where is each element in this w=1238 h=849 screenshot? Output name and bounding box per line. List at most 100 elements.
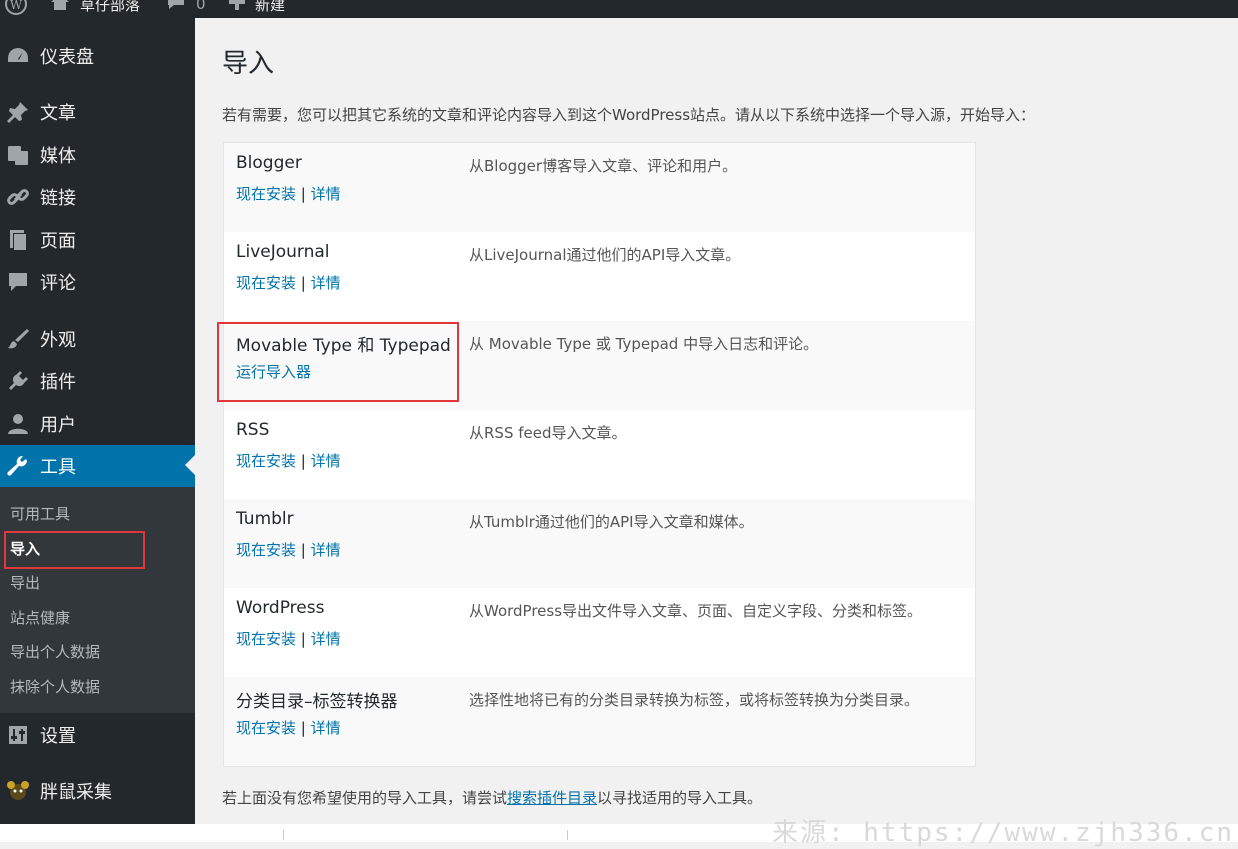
separator: |	[300, 274, 306, 292]
menu-dashboard[interactable]: 仪表盘	[0, 36, 195, 76]
rat-icon	[6, 779, 30, 803]
install-now-link[interactable]: 现在安装	[236, 452, 296, 470]
importer-description: 从RSS feed导入文章。	[469, 424, 627, 442]
separator: |	[300, 452, 306, 470]
media-icon	[6, 143, 30, 167]
install-now-link[interactable]: 现在安装	[236, 185, 296, 203]
home-icon	[50, 0, 70, 16]
importer-actions: 现在安装 | 详情	[236, 183, 341, 204]
comment-icon	[6, 270, 30, 294]
dashboard-icon	[6, 44, 30, 68]
importer-row-tumblr: Tumblr 现在安装 | 详情 从Tumblr通过他们的API导入文章和媒体。	[224, 499, 975, 588]
menu-posts[interactable]: 文章	[0, 92, 195, 132]
new-content-link[interactable]: 新建	[228, 0, 285, 17]
importer-name: LiveJournal	[236, 242, 330, 262]
importer-row-category-tag-converter: 分类目录–标签转换器 现在安装 | 详情 选择性地将已有的分类目录转换为标签，或…	[224, 677, 975, 766]
details-link[interactable]: 详情	[311, 274, 341, 292]
wordpress-logo-icon[interactable]: W	[4, 0, 28, 17]
importer-name: RSS	[236, 420, 270, 440]
separator: |	[300, 630, 306, 648]
submenu-erase-personal-data[interactable]: 抹除个人数据	[10, 675, 100, 699]
pushpin-icon	[6, 100, 30, 124]
site-name: 草仔部落	[80, 0, 141, 14]
search-plugin-directory-link[interactable]: 搜索插件目录	[507, 789, 597, 807]
comments-count: 0	[196, 0, 206, 13]
install-now-link[interactable]: 现在安装	[236, 541, 296, 559]
install-now-link[interactable]: 现在安装	[236, 274, 296, 292]
menu-links-label: 链接	[40, 188, 76, 209]
menu-users[interactable]: 用户	[0, 404, 195, 444]
importer-actions: 现在安装 | 详情	[236, 628, 341, 649]
submenu-available-tools[interactable]: 可用工具	[10, 502, 70, 526]
site-home-link[interactable]: 草仔部落	[50, 0, 140, 17]
menu-comments[interactable]: 评论	[0, 262, 195, 302]
menu-tools-label: 工具	[40, 457, 76, 478]
menu-plugins-label: 插件	[40, 372, 76, 393]
comments-link[interactable]: 0	[166, 0, 206, 17]
separator: |	[300, 185, 306, 203]
submenu-export-personal-data[interactable]: 导出个人数据	[10, 640, 100, 664]
importer-row-wordpress: WordPress 现在安装 | 详情 从WordPress导出文件导入文章、页…	[224, 588, 975, 677]
user-icon	[6, 412, 30, 436]
menu-users-label: 用户	[40, 415, 76, 436]
plus-icon	[228, 0, 246, 15]
menu-appearance-label: 外观	[40, 330, 76, 351]
watermark-text: 来源: https://www.zjh336.cn	[771, 818, 1234, 848]
install-now-link[interactable]: 现在安装	[236, 719, 296, 737]
submenu-site-health[interactable]: 站点健康	[10, 606, 70, 630]
intro-text: 若有需要，您可以把其它系统的文章和评论内容导入到这个WordPress站点。请从…	[222, 106, 1036, 124]
importer-name: WordPress	[236, 598, 325, 618]
importer-actions: 现在安装 | 详情	[236, 272, 341, 293]
menu-media[interactable]: 媒体	[0, 135, 195, 175]
footer-note: 若上面没有您希望使用的导入工具，请尝试搜索插件目录以寻找适用的导入工具。	[222, 787, 762, 808]
wrench-icon	[6, 454, 30, 478]
menu-fat-rat-collect[interactable]: 胖鼠采集	[0, 771, 195, 811]
importer-name: Blogger	[236, 153, 302, 173]
importer-description: 从LiveJournal通过他们的API导入文章。	[469, 246, 741, 264]
menu-dashboard-label: 仪表盘	[40, 47, 94, 68]
menu-media-label: 媒体	[40, 146, 76, 167]
highlight-box-movable-type	[217, 322, 459, 402]
page-title: 导入	[222, 49, 275, 79]
importer-description: 从 Movable Type 或 Typepad 中导入日志和评论。	[469, 335, 819, 353]
footer-text-after: 以寻找适用的导入工具。	[597, 789, 763, 807]
importer-actions: 现在安装 | 详情	[236, 539, 341, 560]
menu-links[interactable]: 链接	[0, 177, 195, 217]
importer-description: 从WordPress导出文件导入文章、页面、自定义字段、分类和标签。	[469, 602, 923, 620]
menu-comments-label: 评论	[40, 273, 76, 294]
submenu-export[interactable]: 导出	[10, 571, 40, 595]
importer-name: 分类目录–标签转换器	[236, 692, 398, 712]
menu-settings-label: 设置	[40, 726, 76, 747]
plugin-icon	[6, 369, 30, 393]
importer-actions: 现在安装 | 详情	[236, 450, 341, 471]
importer-name: Tumblr	[236, 509, 294, 529]
details-link[interactable]: 详情	[311, 630, 341, 648]
importer-row-livejournal: LiveJournal 现在安装 | 详情 从LiveJournal通过他们的A…	[224, 232, 975, 321]
install-now-link[interactable]: 现在安装	[236, 630, 296, 648]
paintbrush-icon	[6, 327, 30, 351]
settings-icon	[6, 723, 30, 747]
menu-settings[interactable]: 设置	[0, 715, 195, 755]
menu-plugins[interactable]: 插件	[0, 361, 195, 401]
details-link[interactable]: 详情	[311, 452, 341, 470]
menu-appearance[interactable]: 外观	[0, 319, 195, 359]
details-link[interactable]: 详情	[311, 719, 341, 737]
current-menu-arrow	[185, 455, 195, 475]
menu-fat-rat-collect-label: 胖鼠采集	[40, 782, 112, 803]
comment-bubble-icon	[166, 0, 186, 16]
highlight-box-import-menu	[4, 531, 145, 569]
menu-posts-label: 文章	[40, 103, 76, 124]
svg-text:W: W	[10, 0, 23, 12]
admin-bar: W 草仔部落 0 新建	[0, 0, 1238, 18]
importer-description: 选择性地将已有的分类目录转换为标签，或将标签转换为分类目录。	[469, 691, 920, 709]
new-label: 新建	[255, 0, 286, 14]
importer-actions: 现在安装 | 详情	[236, 717, 341, 738]
importer-description: 从Blogger博客导入文章、评论和用户。	[469, 157, 738, 175]
menu-tools[interactable]: 工具	[0, 445, 195, 487]
importer-description: 从Tumblr通过他们的API导入文章和媒体。	[469, 513, 754, 531]
details-link[interactable]: 详情	[311, 541, 341, 559]
divider-mark	[283, 830, 284, 840]
divider-mark	[567, 830, 568, 840]
details-link[interactable]: 详情	[311, 185, 341, 203]
menu-pages[interactable]: 页面	[0, 220, 195, 260]
